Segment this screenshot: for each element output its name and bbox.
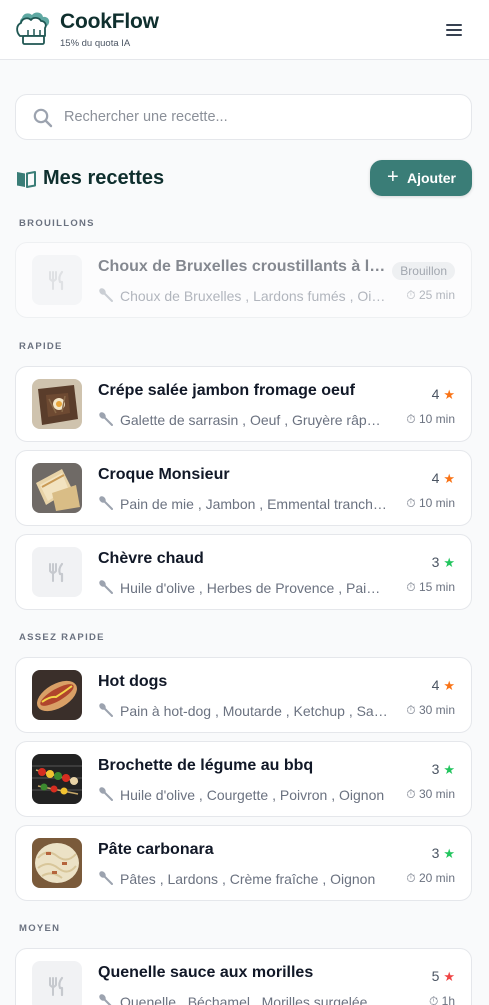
app-header: CookFlow 15% du quota IA xyxy=(0,0,489,60)
recipe-time: ⏱ 1h xyxy=(428,994,455,1005)
recipe-card[interactable]: Crépe salée jambon fromage oeuf Galette … xyxy=(15,366,472,442)
recipe-image-hotdog xyxy=(32,670,82,720)
app-name: CookFlow xyxy=(60,10,159,33)
utensils-icon xyxy=(49,976,64,997)
recipe-ingredients-text: Choux de Bruxelles , Lardons fumés , Oig… xyxy=(120,288,388,304)
recipe-ingredients: Choux de Bruxelles , Lardons fumés , Oig… xyxy=(98,287,388,304)
recipe-ingredients-text: Quenelle , Béchamel , Morilles surgelée xyxy=(120,994,368,1005)
chef-hat-logo-icon xyxy=(16,12,50,45)
spoon-icon xyxy=(99,703,113,717)
search-icon xyxy=(33,108,53,128)
rating-value: 4 xyxy=(431,677,440,693)
recipe-image-croque xyxy=(32,463,82,513)
spoon-icon xyxy=(99,412,113,426)
group-label-fairly-fast: ASSEZ RAPIDE xyxy=(19,632,105,643)
recipe-card[interactable]: Brochette de légume au bbq Huile d'olive… xyxy=(15,741,472,817)
star-icon: ★ xyxy=(443,846,455,861)
star-icon: ★ xyxy=(443,762,455,777)
star-icon: ★ xyxy=(443,969,455,984)
add-recipe-label: Ajouter xyxy=(407,170,456,186)
group-label-medium: MOYEN xyxy=(19,923,61,934)
recipe-ingredients: Pain de mie , Jambon , Emmental tranché … xyxy=(98,495,388,512)
book-open-icon xyxy=(17,171,36,188)
recipe-image-bbq xyxy=(32,754,82,804)
recipe-time: ⏱ 20 min xyxy=(406,871,455,885)
recipe-ingredients: Pain à hot-dog , Moutarde , Ketchup , Sa… xyxy=(98,702,388,719)
spoon-icon xyxy=(99,288,113,302)
recipe-ingredients-text: Galette de sarrasin , Oeuf , Gruyère râp… xyxy=(120,412,388,428)
recipe-rating: 4 ★ xyxy=(432,470,455,487)
add-recipe-button[interactable]: + Ajouter xyxy=(370,160,472,196)
recipe-rating: 4 ★ xyxy=(432,386,455,403)
draft-badge: Brouillon xyxy=(392,262,455,280)
utensils-icon xyxy=(49,270,64,291)
recipe-rating: 5 ★ xyxy=(432,968,455,985)
recipe-placeholder-image xyxy=(32,547,82,597)
recipe-title: Croque Monsieur xyxy=(98,466,230,483)
recipe-card[interactable]: Croque Monsieur Pain de mie , Jambon , E… xyxy=(15,450,472,526)
recipe-time: ⏱ 10 min xyxy=(406,412,455,426)
recipe-time: ⏱ 30 min xyxy=(406,703,455,717)
recipe-ingredients: Galette de sarrasin , Oeuf , Gruyère râp… xyxy=(98,411,388,428)
recipe-rating: 3 ★ xyxy=(432,845,455,862)
spoon-icon xyxy=(99,787,113,801)
recipe-placeholder-image xyxy=(32,255,82,305)
recipe-card[interactable]: Pâte carbonara Pâtes , Lardons , Crème f… xyxy=(15,825,472,901)
recipe-rating: 3 ★ xyxy=(432,761,455,778)
recipe-title: Hot dogs xyxy=(98,673,168,690)
spoon-icon xyxy=(99,994,112,1005)
rating-value: 3 xyxy=(431,845,440,861)
rating-value: 4 xyxy=(431,386,440,402)
recipe-ingredients-text: Huile d'olive , Courgette , Poivron , Oi… xyxy=(120,787,385,803)
recipe-time: ⏱ 15 min xyxy=(406,580,455,594)
recipe-card[interactable]: Chèvre chaud Huile d'olive , Herbes de P… xyxy=(15,534,472,610)
search-bar xyxy=(15,94,472,140)
recipe-title: Brochette de légume au bbq xyxy=(98,757,314,774)
recipe-ingredients-text: Pâtes , Lardons , Crème fraîche , Oignon xyxy=(120,871,376,887)
recipe-title: Pâte carbonara xyxy=(98,841,214,858)
recipe-time: ⏱ 30 min xyxy=(406,787,455,801)
hamburger-icon[interactable] xyxy=(440,16,468,44)
recipe-time: ⏱ 10 min xyxy=(406,496,455,510)
section-title: Mes recettes xyxy=(43,167,165,189)
recipe-ingredients: Quenelle , Béchamel , Morilles surgelée xyxy=(98,993,388,1005)
recipe-ingredients-text: Pain à hot-dog , Moutarde , Ketchup , Sa… xyxy=(120,703,388,719)
recipe-rating: 3 ★ xyxy=(432,554,455,571)
recipe-rating: 4 ★ xyxy=(432,677,455,694)
star-icon: ★ xyxy=(443,471,455,486)
star-icon: ★ xyxy=(443,678,455,693)
recipe-placeholder-image xyxy=(32,961,82,1005)
spoon-icon xyxy=(99,496,113,510)
spoon-icon xyxy=(99,580,113,594)
recipe-title: Quenelle sauce aux morilles xyxy=(98,964,314,981)
recipe-title: Crépe salée jambon fromage oeuf xyxy=(98,382,355,399)
rating-value: 5 xyxy=(431,968,440,984)
recipe-card[interactable]: Choux de Bruxelles croustillants à la po… xyxy=(15,242,472,318)
recipe-ingredients: Pâtes , Lardons , Crème fraîche , Oignon xyxy=(98,870,388,887)
recipe-ingredients: Huile d'olive , Herbes de Provence , Pai… xyxy=(98,579,388,596)
recipe-title: Chèvre chaud xyxy=(98,550,204,567)
recipe-ingredients-text: Pain de mie , Jambon , Emmental tranché … xyxy=(120,496,388,512)
recipe-image-carbonara xyxy=(32,838,82,888)
recipe-ingredients-text: Huile d'olive , Herbes de Provence , Pai… xyxy=(120,580,388,596)
recipe-card[interactable]: Quenelle sauce aux morilles Quenelle , B… xyxy=(15,948,472,1005)
plus-icon: + xyxy=(387,166,399,188)
star-icon: ★ xyxy=(443,387,455,402)
recipe-title: Choux de Bruxelles croustillants à la po… xyxy=(98,258,388,275)
search-input[interactable] xyxy=(64,96,454,138)
utensils-icon xyxy=(49,562,64,583)
star-icon: ★ xyxy=(443,555,455,570)
rating-value: 3 xyxy=(431,761,440,777)
group-label-drafts: BROUILLONS xyxy=(19,218,95,229)
rating-value: 3 xyxy=(431,554,440,570)
recipe-ingredients: Huile d'olive , Courgette , Poivron , Oi… xyxy=(98,786,388,803)
rating-value: 4 xyxy=(431,470,440,486)
ai-quota-text: 15% du quota IA xyxy=(60,38,131,49)
group-label-fast: RAPIDE xyxy=(19,341,63,352)
recipe-image-galette xyxy=(32,379,82,429)
recipe-time: ⏱ 25 min xyxy=(406,288,455,302)
spoon-icon xyxy=(99,871,113,885)
recipe-card[interactable]: Hot dogs Pain à hot-dog , Moutarde , Ket… xyxy=(15,657,472,733)
